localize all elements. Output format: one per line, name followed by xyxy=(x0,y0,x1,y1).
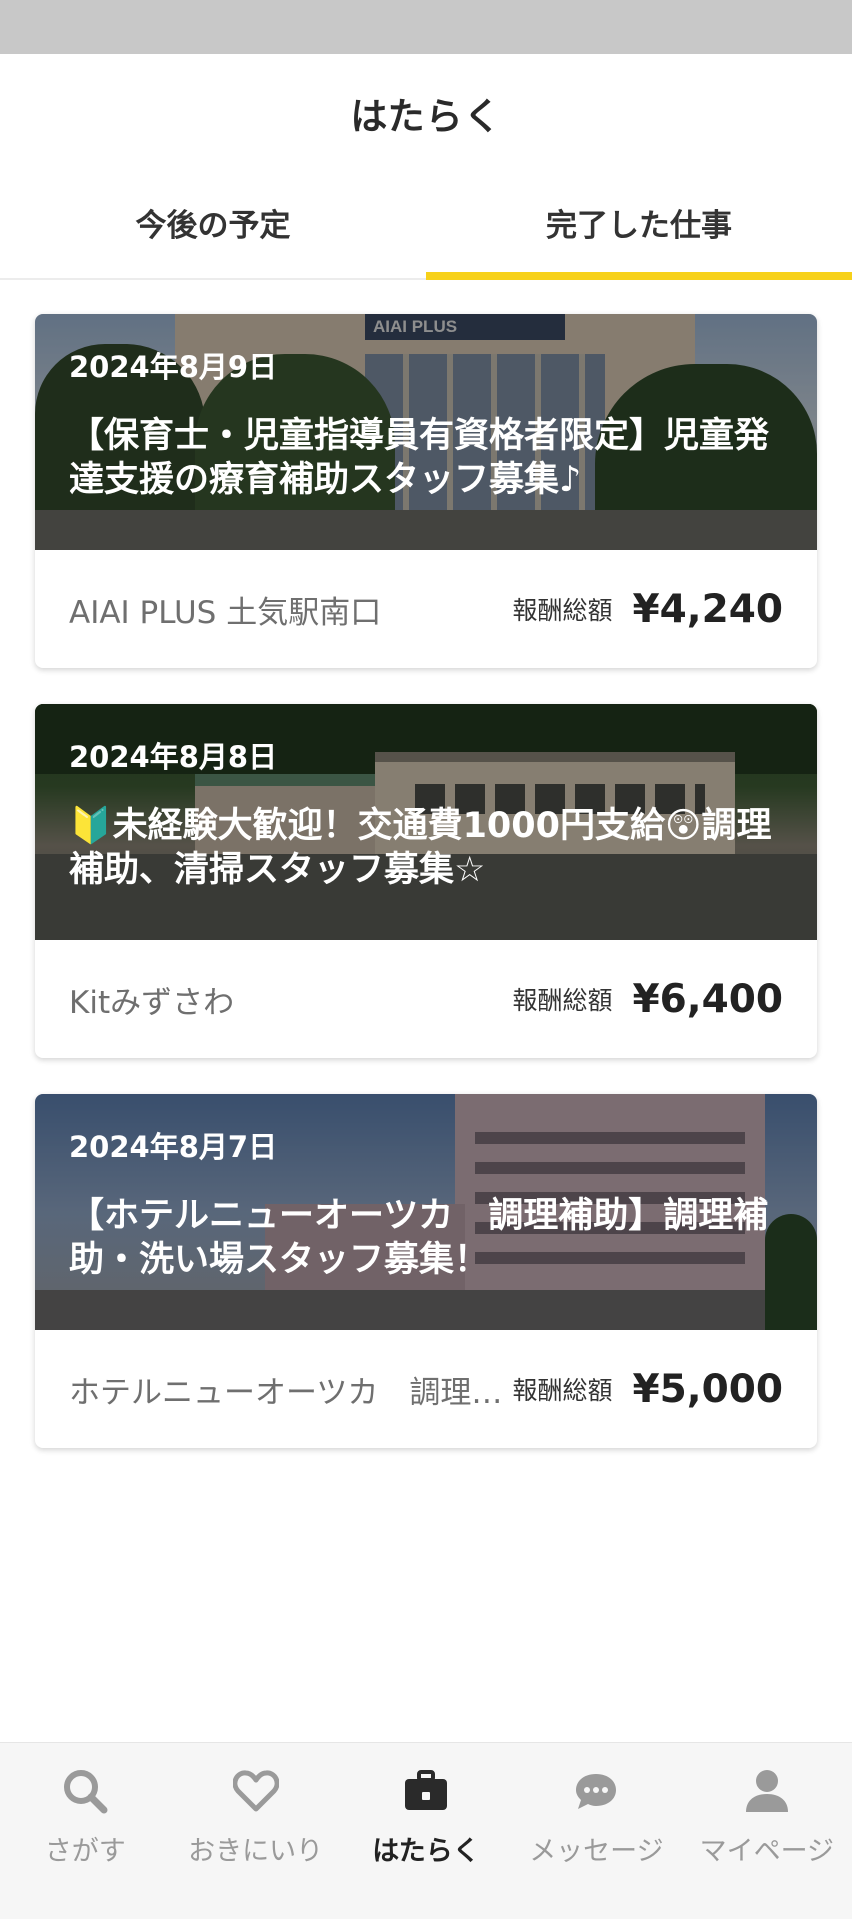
job-card-footer: AIAI PLUS 土気駅南口 報酬総額 ¥4,240 xyxy=(35,550,817,668)
job-title: 【ホテルニューオーツカ 調理補助】調理補助・洗い場スタッフ募集！ xyxy=(69,1196,769,1280)
job-title: 【保育士・児童指導員有資格者限定】児童発達支援の療育補助スタッフ募集♪ xyxy=(69,416,770,500)
job-list: AIAI PLUS 2024年8月9日 【保育士・児童指導員有資格者限定】児童発… xyxy=(0,280,852,1742)
nav-label: メッセージ xyxy=(529,1836,664,1867)
nav-label: おきにいり xyxy=(188,1836,324,1867)
job-date: 2024年8月9日 xyxy=(69,350,278,384)
page-title: はたらく xyxy=(350,95,502,138)
message-icon xyxy=(572,1767,620,1815)
tab-bar: 今後の予定 完了した仕事 xyxy=(0,172,852,280)
job-card-footer: ホテルニューオーツカ 調理補助 報酬総額 ¥5,000 xyxy=(35,1330,817,1448)
building-sign: AIAI PLUS xyxy=(365,314,565,340)
job-card[interactable]: 2024年8月7日 【ホテルニューオーツカ 調理補助】調理補助・洗い場スタッフ募… xyxy=(35,1094,817,1448)
tab-label: 今後の予定 xyxy=(135,207,291,244)
heart-icon xyxy=(232,1767,280,1815)
job-card[interactable]: 2024年8月8日 🔰未経験大歓迎！交通費1000円支給😲調理補助、清掃スタッフ… xyxy=(35,704,817,1058)
job-date: 2024年8月8日 xyxy=(69,740,278,774)
pay-amount: ¥5,000 xyxy=(632,1366,784,1412)
app-header: はたらく xyxy=(0,54,852,172)
nav-label: はたらく xyxy=(372,1836,480,1867)
job-card-footer: Kitみずさわ 報酬総額 ¥6,400 xyxy=(35,940,817,1058)
shop-name: Kitみずさわ xyxy=(69,984,235,1021)
pay-amount: ¥4,240 xyxy=(632,586,784,632)
pay-label: 報酬総額 xyxy=(512,986,613,1015)
pay-label: 報酬総額 xyxy=(512,1376,613,1405)
bottom-nav: さがす おきにいり はたらく メッセージ マイページ xyxy=(0,1742,852,1919)
nav-label: さがす xyxy=(44,1836,126,1867)
tab-completed[interactable]: 完了した仕事 xyxy=(426,172,852,280)
tab-label: 完了した仕事 xyxy=(546,207,732,244)
job-title: 🔰未経験大歓迎！交通費1000円支給😲調理補助、清掃スタッフ募集☆ xyxy=(69,806,772,890)
nav-favorites[interactable]: おきにいり xyxy=(170,1743,340,1919)
person-icon xyxy=(743,1767,791,1815)
tab-upcoming[interactable]: 今後の予定 xyxy=(0,172,426,278)
job-date: 2024年8月7日 xyxy=(69,1130,278,1164)
job-card[interactable]: AIAI PLUS 2024年8月9日 【保育士・児童指導員有資格者限定】児童発… xyxy=(35,314,817,668)
nav-mypage[interactable]: マイページ xyxy=(682,1743,852,1919)
search-icon xyxy=(61,1767,109,1815)
nav-messages[interactable]: メッセージ xyxy=(511,1743,681,1919)
shop-name: AIAI PLUS 土気駅南口 xyxy=(69,594,382,631)
pay-label: 報酬総額 xyxy=(512,596,613,625)
nav-label: マイページ xyxy=(699,1836,835,1867)
nav-search[interactable]: さがす xyxy=(0,1743,170,1919)
status-bar xyxy=(0,0,852,54)
pay-amount: ¥6,400 xyxy=(632,976,784,1022)
briefcase-icon xyxy=(402,1767,450,1815)
nav-work[interactable]: はたらく xyxy=(341,1743,511,1919)
shop-name: ホテルニューオーツカ 調理補助 xyxy=(69,1374,513,1411)
